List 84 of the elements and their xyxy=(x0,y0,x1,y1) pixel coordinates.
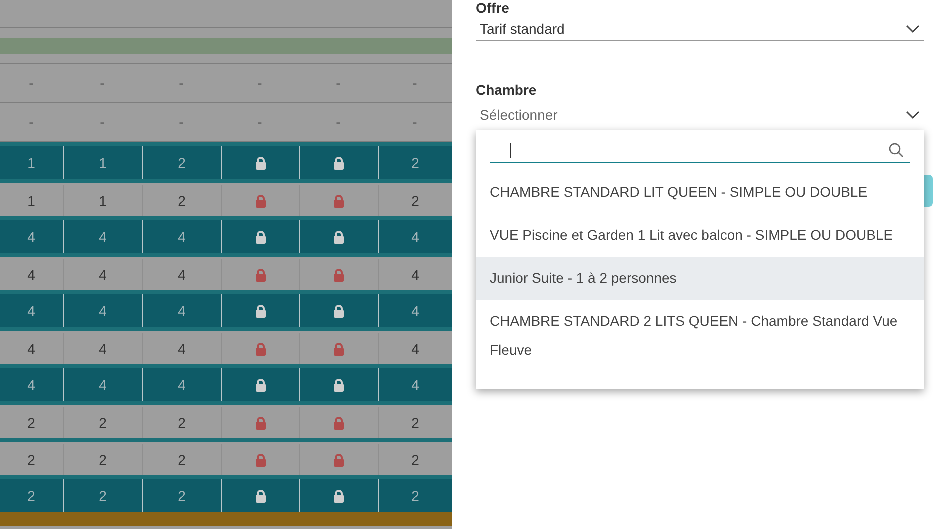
table-cell: 4 xyxy=(178,266,186,282)
lock-icon xyxy=(256,268,266,282)
table-cell: 1 xyxy=(99,192,107,208)
lock-icon xyxy=(334,268,344,282)
table-cell: 4 xyxy=(28,302,36,318)
table-cell: 4 xyxy=(99,376,107,392)
table-cell: 4 xyxy=(99,302,107,318)
table-cell: - xyxy=(29,114,34,130)
table-cell: 4 xyxy=(99,266,107,282)
table-cell: 4 xyxy=(412,302,420,318)
table-cell: - xyxy=(100,114,105,130)
table-cell: - xyxy=(336,114,341,130)
table-cell: - xyxy=(258,114,262,130)
lock-icon xyxy=(334,490,344,502)
lock-icon xyxy=(256,304,266,318)
table-cell: 1 xyxy=(28,192,36,208)
table-cell: - xyxy=(100,75,105,91)
table-cell: 2 xyxy=(178,154,186,170)
room-select[interactable]: Sélectionner xyxy=(476,104,924,126)
offer-select[interactable]: Tarif standard xyxy=(476,18,924,41)
lock-icon xyxy=(334,156,344,170)
lock-icon xyxy=(256,230,266,244)
lock-icon xyxy=(334,304,344,318)
table-cell: 2 xyxy=(99,488,107,504)
lock-icon xyxy=(334,416,344,430)
lock-icon xyxy=(256,490,266,502)
lock-icon xyxy=(256,156,266,170)
table-cell: 4 xyxy=(28,228,36,244)
table-cell: 1 xyxy=(99,154,107,170)
dropdown-option[interactable]: Junior Suite - 1 à 2 personnes xyxy=(476,257,924,300)
table-cell: - xyxy=(258,75,262,91)
table-cell: 1 xyxy=(28,154,36,170)
chevron-down-icon xyxy=(906,110,920,120)
table-cell: 4 xyxy=(99,228,107,244)
table-cell: 4 xyxy=(412,266,420,282)
search-icon xyxy=(889,142,904,158)
table-cell: - xyxy=(412,75,418,91)
chevron-down-icon xyxy=(906,24,920,34)
table-cell: 4 xyxy=(99,340,107,356)
table-cell: 2 xyxy=(28,452,36,468)
table-cell: 2 xyxy=(412,154,420,170)
lock-icon xyxy=(256,194,266,208)
dropdown-option[interactable]: VUE Piscine et Garden 1 Lit avec balcon - SIMPLE OU DOUBLE xyxy=(476,214,924,257)
table-cell: 2 xyxy=(99,414,107,430)
table-cell: 2 xyxy=(28,488,36,504)
table-cell: - xyxy=(412,114,418,130)
dropdown-option[interactable]: CHAMBRE STANDARD 2 LITS QUEEN - Chambre Standard Vue Fleuve xyxy=(476,300,924,372)
table-cell: 2 xyxy=(178,452,186,468)
table-cell: 2 xyxy=(178,414,186,430)
lock-icon xyxy=(256,378,266,392)
table-cell: 2 xyxy=(28,414,36,430)
table-cell: - xyxy=(179,75,184,91)
table-cell: 4 xyxy=(178,302,186,318)
dropdown-option[interactable]: CHAMBRE STANDARD LIT QUEEN - SIMPLE OU DOUBLE xyxy=(476,171,924,214)
field-label: Offre xyxy=(476,0,510,16)
lock-icon xyxy=(334,342,344,356)
table-cell: 4 xyxy=(178,376,186,392)
table-cell: 4 xyxy=(178,340,186,356)
table-cell: - xyxy=(179,114,184,130)
table-cell: 2 xyxy=(412,414,420,430)
lock-icon xyxy=(256,342,266,356)
table-cell: - xyxy=(29,75,34,91)
lock-icon xyxy=(334,378,344,392)
table-cell: 4 xyxy=(28,340,36,356)
table-cell: 4 xyxy=(28,376,36,392)
lock-icon xyxy=(256,416,266,430)
text-cursor xyxy=(510,142,511,158)
table-cell: 2 xyxy=(412,452,420,468)
table-cell: - xyxy=(336,75,341,91)
table-cell: 4 xyxy=(412,376,420,392)
lock-icon xyxy=(334,194,344,208)
lock-icon xyxy=(256,454,266,466)
table-cell: 2 xyxy=(178,488,186,504)
lock-icon xyxy=(334,454,344,466)
table-cell: 2 xyxy=(412,192,420,208)
table-cell: 4 xyxy=(412,340,420,356)
lock-icon xyxy=(334,230,344,244)
field-label: Chambre xyxy=(476,82,537,98)
table-cell: 2 xyxy=(412,488,420,504)
table-cell: 4 xyxy=(412,228,420,244)
table-cell: 4 xyxy=(178,228,186,244)
table-cell: 2 xyxy=(178,192,186,208)
table-cell: 4 xyxy=(28,266,36,282)
table-cell: 2 xyxy=(99,452,107,468)
